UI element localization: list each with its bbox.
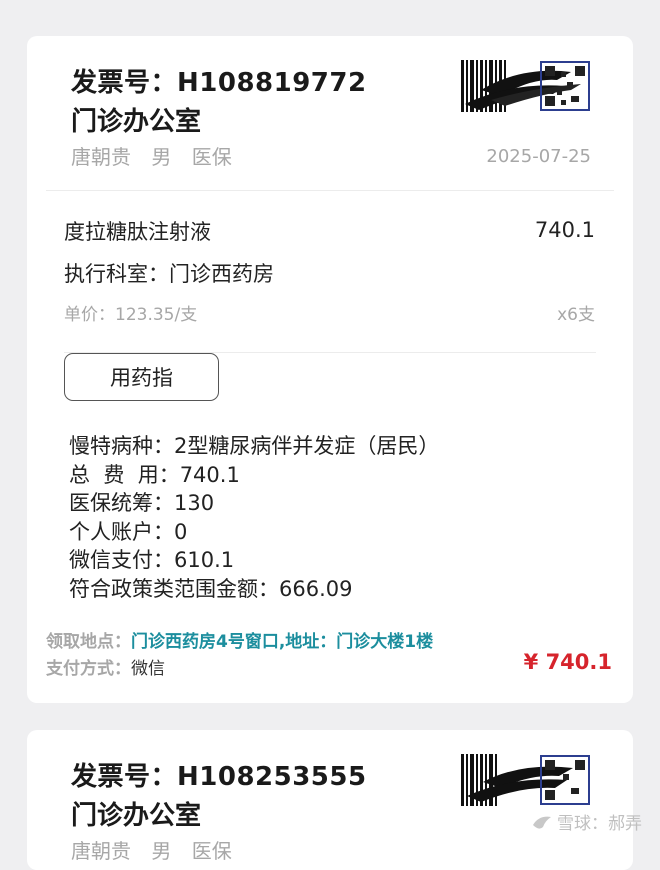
personal-account: 个人账户：0 [69,519,188,544]
qr-code-icon [461,754,590,806]
qr-code-icon [461,60,590,112]
payment-method: 支付方式：微信 [46,654,165,679]
pay-label: 支付方式： [46,659,131,679]
patient-info: 唐朝贵 男 医保 [71,145,232,169]
medication-guide-button[interactable]: 用药指 [64,353,219,401]
unit-price: 单价：123.35/支 [64,305,198,325]
payment-details: 慢特病种：2型糖尿病伴并发症（居民） 总 费 用：740.1 医保统筹：130 … [69,432,439,603]
snowball-logo-icon [533,816,551,829]
insurance-pool: 医保统筹：130 [69,491,215,515]
invoice-date: 2025-07-25 [486,146,591,167]
exec-department: 执行科室：门诊西药房 [64,262,274,286]
invoice-number: 发票号：H108253555 [71,762,367,792]
pickup-location: 领取地点：门诊西药房4号窗口,地址：门诊大楼1楼 [46,627,433,652]
department: 门诊办公室 [71,107,202,137]
pickup-value: 门诊西药房4号窗口,地址：门诊大楼1楼 [131,632,434,652]
pickup-label: 领取地点： [46,632,131,652]
patient-info: 唐朝贵 男 医保 [71,839,232,863]
drug-total: 740.1 [534,218,595,242]
watermark-text: 雪球：郝弄 [557,814,642,834]
disease-type: 慢特病种：2型糖尿病伴并发症（居民） [69,434,440,458]
drug-name: 度拉糖肽注射液 [64,220,211,244]
watermark: 雪球：郝弄 [531,809,642,834]
department: 门诊办公室 [71,801,202,831]
pay-value: 微信 [131,659,165,679]
policy-amount: 符合政策类范围金额：666.09 [69,576,353,601]
invoice-number: 发票号：H108819772 [71,68,367,98]
wechat-payment: 微信支付：610.1 [69,548,235,572]
total-amount: ¥ 740.1 [523,650,612,674]
quantity: x6支 [557,305,595,325]
invoice-card[interactable]: 发票号：H108819772 门诊办公室 唐朝贵 男 医保 2025-07-25… [27,36,633,703]
invoice-card[interactable]: 发票号：H108253555 门诊办公室 唐朝贵 男 医保 [27,730,633,870]
total-fee: 总 费 用：740.1 [69,462,240,487]
header-divider [46,190,614,191]
